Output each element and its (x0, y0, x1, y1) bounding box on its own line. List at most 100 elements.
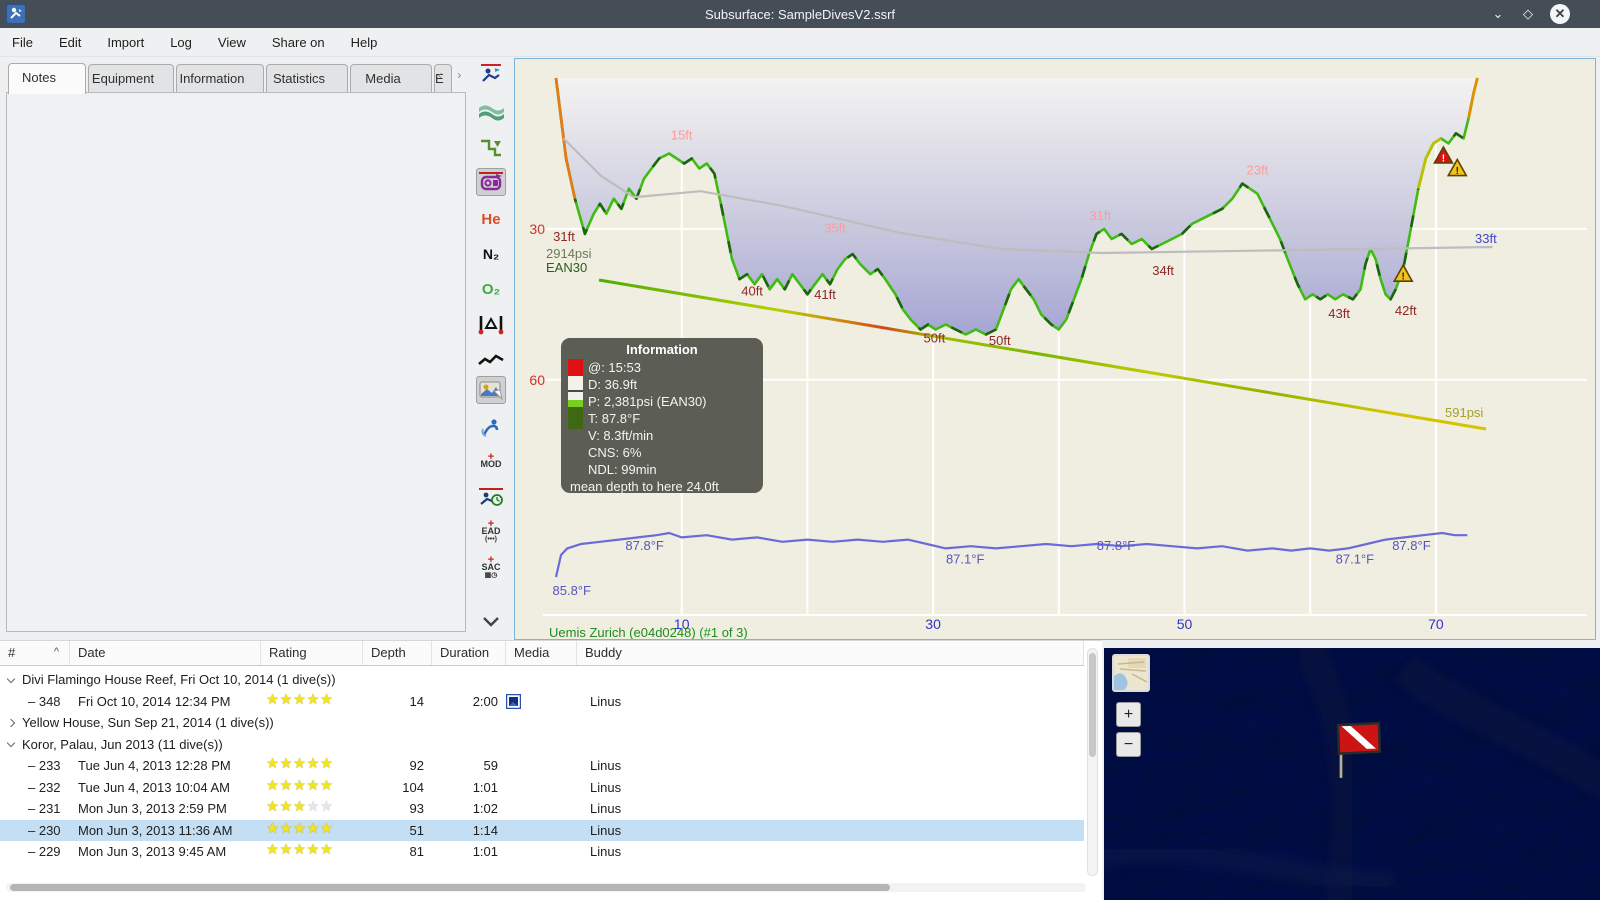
svg-text:41ft: 41ft (814, 287, 836, 302)
column-header-num[interactable]: # ^ (0, 641, 70, 665)
info-box: Information @: 15:53 D: 36.9ft P: 2,381psi … (561, 338, 763, 494)
photos-toggle[interactable] (476, 376, 506, 404)
close-button[interactable]: ✕ (1550, 4, 1570, 24)
minimize-button[interactable]: ⌄ (1488, 4, 1508, 24)
svg-text:23ft: 23ft (1247, 163, 1269, 178)
dive-depth: 104 (402, 779, 424, 795)
collapse-arrow-icon[interactable] (6, 674, 16, 683)
dive-buddy: Linus (590, 693, 622, 709)
map-zoom-out-button[interactable]: − (1116, 732, 1141, 757)
dive-rating-stars: ★★★★★ (266, 691, 334, 708)
dive-list-vscrollbar[interactable] (1087, 648, 1098, 876)
column-header-rating[interactable]: Rating (261, 641, 363, 665)
tab-equipment[interactable]: Equipment (88, 64, 174, 93)
dive-row-348[interactable]: – 348 Fri Oct 10, 2014 12:34 PM ★★★★★ 14 2:0… (0, 690, 1084, 712)
dive-rating-stars: ★★★★★ (266, 756, 334, 772)
dive-list-hscrollbar[interactable] (6, 883, 1086, 892)
dive-number: – 230 (28, 822, 61, 838)
svg-text:!: ! (1442, 153, 1445, 164)
gas-switch-icon[interactable] (476, 414, 506, 442)
expand-arrow-icon[interactable] (6, 718, 16, 727)
map-zoom-in-button[interactable]: + (1116, 702, 1141, 727)
calculated-ceiling-icon[interactable] (476, 98, 506, 126)
trip-label: Divi Flamingo House Reef, Fri Oct 10, 20… (22, 672, 336, 687)
svg-text:!: ! (1402, 272, 1405, 283)
dive-row-229[interactable]: – 229 Mon Jun 3, 2013 9:45 AM ★★★★★ 81 1:01 L… (0, 841, 1084, 862)
menu-edit[interactable]: Edit (59, 35, 81, 50)
svg-text:43ft: 43ft (1328, 306, 1350, 321)
column-header-depth[interactable]: Depth (363, 641, 432, 665)
svg-text:33ft: 33ft (1475, 231, 1497, 246)
dive-depth: 93 (409, 801, 424, 816)
column-header-duration[interactable]: Duration (432, 641, 506, 665)
dive-trip-row[interactable]: Koror, Palau, Jun 2013 (11 dive(s)) (0, 733, 1084, 755)
dive-list-header: # ^ Date Rating Depth Duration Media Buddy (0, 641, 1084, 666)
dive-profile-chart[interactable]: 10 30 50 70 30 60 15ft 35ft 31ft 23ft 40ft 41ft 50ft… (514, 58, 1596, 640)
sac-toggle[interactable]: + SAC ▦◷ (476, 554, 506, 582)
svg-text:Information: Information (626, 342, 698, 357)
tab-scroll-arrows[interactable]: ‹ › (438, 68, 467, 82)
heart-rate-toggle[interactable] (476, 346, 506, 374)
column-header-buddy[interactable]: Buddy (577, 641, 1084, 665)
collapse-chevron[interactable] (476, 608, 506, 636)
dive-number: – 233 (28, 758, 61, 773)
helium-graph-toggle-label: He (481, 210, 501, 228)
svg-text:87.8°F: 87.8°F (1097, 538, 1136, 553)
menu-help[interactable]: Help (351, 35, 378, 50)
nitrogen-graph-toggle[interactable]: N₂ (476, 240, 506, 268)
mod-toggle[interactable]: + MOD (476, 448, 506, 476)
column-header-date[interactable]: Date (70, 641, 261, 665)
ruler-toggle[interactable] (476, 310, 506, 338)
svg-text:31ft: 31ft (1089, 208, 1111, 223)
title-bar[interactable]: Subsurface: SampleDivesV2.ssrf ⌄ ◇ ✕ (0, 0, 1600, 28)
dive-date: Mon Jun 3, 2013 2:59 PM (78, 801, 227, 816)
svg-text:60: 60 (529, 372, 545, 388)
dive-row-232[interactable]: – 232 Tue Jun 4, 2013 10:04 AM ★★★★★ 104 1:0… (0, 776, 1084, 798)
dive-duration: 2:00 (472, 693, 498, 709)
dive-duration: 1:02 (472, 801, 498, 816)
dc-reported-ceiling-icon[interactable] (476, 60, 506, 88)
dive-date: Fri Oct 10, 2014 12:34 PM (78, 693, 231, 709)
trip-label: Yellow House, Sun Sep 21, 2014 (1 dive(s… (22, 715, 274, 730)
oxygen-graph-toggle[interactable]: O₂ (476, 275, 506, 303)
dive-row-231[interactable]: – 231 Mon Jun 3, 2013 2:59 PM ★★★★★ 93 1:02 L… (0, 798, 1084, 819)
svg-text:50: 50 (1177, 616, 1193, 632)
dive-number: – 229 (28, 844, 61, 859)
svg-text:70: 70 (1428, 616, 1444, 632)
menu-share-on[interactable]: Share on (272, 35, 325, 50)
menu-log[interactable]: Log (170, 35, 192, 50)
map-panel[interactable]: + − (1104, 648, 1600, 900)
ead-toggle[interactable]: + EAD (•••) (476, 518, 506, 546)
dive-computer-icon[interactable] (476, 168, 506, 196)
dive-trip-row[interactable]: Divi Flamingo House Reef, Fri Oct 10, 20… (0, 669, 1084, 690)
media-icon[interactable] (505, 693, 522, 712)
dive-date: Tue Jun 4, 2013 12:28 PM (78, 758, 231, 773)
menu-view[interactable]: View (218, 35, 246, 50)
dive-row-230[interactable]: – 230 Mon Jun 3, 2013 11:36 AM ★★★★★ 51 1:14… (0, 819, 1084, 841)
menu-file[interactable]: File (12, 35, 33, 50)
svg-text:D: 36.9ft: D: 36.9ft (588, 377, 638, 392)
deco-time-icon[interactable] (476, 484, 506, 512)
dive-depth: 14 (409, 693, 424, 709)
tab-information[interactable]: Information (176, 64, 264, 93)
ceiling-increments-icon[interactable] (476, 134, 506, 162)
svg-text:85.8°F: 85.8°F (553, 583, 592, 598)
svg-text:40ft: 40ft (741, 284, 763, 299)
tab-statistics[interactable]: Statistics (266, 64, 348, 93)
helium-graph-toggle[interactable]: He (476, 205, 506, 233)
map-overview-button[interactable] (1112, 654, 1150, 692)
collapse-arrow-icon[interactable] (6, 738, 16, 748)
maximize-button[interactable]: ◇ (1518, 4, 1538, 24)
dive-row-233[interactable]: – 233 Tue Jun 4, 2013 12:28 PM ★★★★★ 92 59 Li… (0, 755, 1084, 776)
column-header-media[interactable]: Media (506, 641, 577, 665)
window-title: Subsurface: SampleDivesV2.ssrf (704, 6, 896, 22)
dive-duration: 1:14 (472, 822, 498, 838)
menu-import[interactable]: Import (107, 35, 144, 50)
svg-text:87.8°F: 87.8°F (625, 538, 664, 553)
dive-trip-row[interactable]: Yellow House, Sun Sep 21, 2014 (1 dive(s… (0, 712, 1084, 733)
svg-text:@: 15:53: @: 15:53 (588, 360, 641, 375)
tab-notes[interactable]: Notes (8, 63, 86, 94)
tab-media[interactable]: Media (350, 64, 432, 93)
svg-text:T: 87.8°F: T: 87.8°F (588, 411, 640, 426)
dive-number: – 232 (28, 779, 61, 795)
